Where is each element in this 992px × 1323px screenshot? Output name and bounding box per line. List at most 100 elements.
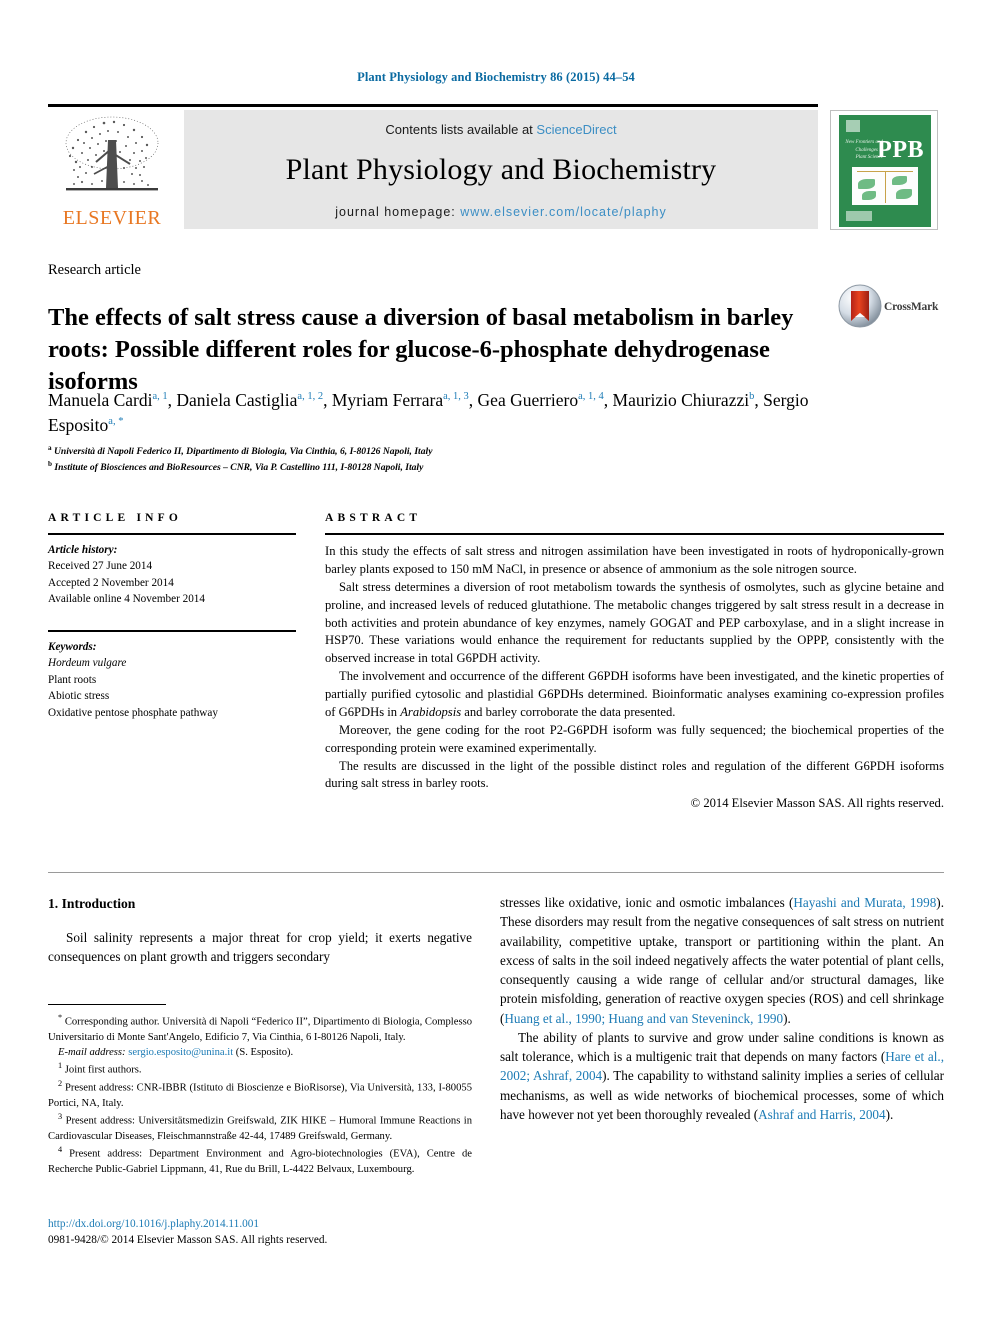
journal-band: Contents lists available at ScienceDirec…	[184, 110, 818, 229]
author-marks: a, *	[108, 416, 124, 428]
article-history-item: Available online 4 November 2014	[48, 593, 205, 606]
journal-homepage-line: journal homepage: www.elsevier.com/locat…	[184, 205, 818, 219]
keyword-item: Abiotic stress	[48, 690, 110, 703]
elsevier-wordmark: ELSEVIER	[62, 207, 162, 229]
article-info-column: ARTICLE INFO Article history: Received 2…	[48, 512, 296, 721]
keyword-item: Hordeum vulgare	[48, 657, 127, 670]
sciencedirect-link[interactable]: ScienceDirect	[536, 122, 616, 137]
homepage-prefix: journal homepage:	[335, 205, 461, 219]
footnote-email: E-mail address: sergio.esposito@unina.it…	[48, 1045, 472, 1060]
footnote-mark: 4	[58, 1145, 63, 1155]
author-entry: Maurizio Chiurazzib	[613, 390, 755, 410]
citation-link[interactable]: Huang et al., 1990; Huang and van Steven…	[504, 1011, 783, 1026]
citation-link[interactable]: Hayashi and Murata, 1998	[793, 895, 936, 910]
abstract-copyright: © 2014 Elsevier Masson SAS. All rights r…	[690, 796, 944, 811]
affiliation-item: b Institute of Biosciences and BioResour…	[48, 459, 838, 475]
footnote-item: 3 Present address: Universitätsmedizin G…	[48, 1111, 472, 1144]
abstract-column: ABSTRACT In this study the effects of sa…	[325, 512, 944, 813]
introduction-paragraph-continued: stresses like oxidative, ionic and osmot…	[500, 893, 944, 1028]
author-name: Myriam Ferrara	[331, 390, 444, 410]
abstract-paragraph: Salt stress determines a diversion of ro…	[325, 579, 944, 666]
cover-inner: New Frontiers and Challenges in Plant Sc…	[839, 115, 931, 227]
author-name: Gea Guerriero	[477, 390, 579, 410]
article-history-block: Article history: Received 27 June 2014 A…	[48, 535, 296, 608]
affiliation-text: Institute of Biosciences and BioResource…	[54, 462, 424, 474]
journal-homepage-link[interactable]: www.elsevier.com/locate/plaphy	[460, 205, 666, 219]
crossmark-badge[interactable]: CrossMark	[838, 284, 948, 336]
article-type-label: Research article	[48, 262, 141, 278]
keyword-item: Plant roots	[48, 673, 97, 686]
intro-r1-b: ). These disorders may result from the n…	[500, 895, 944, 1026]
author-entry: Manuela Cardia, 1	[48, 390, 168, 410]
contents-prefix: Contents lists available at	[385, 122, 537, 137]
footnote-block: * Corresponding author. Università di Na…	[48, 1004, 472, 1177]
footnote-mark: 2	[58, 1079, 63, 1089]
body-column-left: 1. Introduction Soil salinity represents…	[48, 896, 472, 967]
cover-artwork	[852, 167, 918, 205]
section-title-introduction: 1. Introduction	[48, 896, 136, 911]
keywords-label: Keywords:	[48, 640, 97, 653]
footnote-mark: *	[58, 1013, 63, 1022]
abstract-body: In this study the effects of salt stress…	[325, 535, 944, 813]
introduction-paragraph-2: The ability of plants to survive and gro…	[500, 1028, 944, 1124]
intro-r2-a: The ability of plants to survive and gro…	[500, 1029, 944, 1065]
contents-available-line: Contents lists available at ScienceDirec…	[184, 122, 818, 137]
keyword-item: Oxidative pentose phosphate pathway	[48, 706, 218, 719]
affiliation-text: Università di Napoli Federico II, Dipart…	[54, 446, 433, 458]
author-entry: Myriam Ferraraa, 1, 3	[332, 390, 469, 410]
article-history-label: Article history:	[48, 544, 118, 556]
footnote-item: 4 Present address: Department Environmen…	[48, 1144, 472, 1177]
masthead-top-rule	[48, 104, 818, 107]
author-marks: a, 1, 2	[297, 391, 324, 403]
email-owner: (S. Esposito).	[235, 1047, 294, 1059]
footer-doi-block: http://dx.doi.org/10.1016/j.plaphy.2014.…	[48, 1216, 472, 1249]
intro-r1-c: ).	[783, 1010, 791, 1026]
affiliation-list: a Università di Napoli Federico II, Dipa…	[48, 443, 838, 476]
journal-cover-thumbnail[interactable]: New Frontiers and Challenges in Plant Sc…	[830, 110, 938, 230]
issn-copyright-line: 0981-9428/© 2014 Elsevier Masson SAS. Al…	[48, 1234, 328, 1247]
journal-masthead: ELSEVIER Contents lists available at Sci…	[48, 104, 944, 232]
author-marks: a, 1, 3	[443, 391, 469, 403]
elsevier-tree-icon	[65, 116, 159, 191]
author-entry: Gea Guerrieroa, 1, 4	[478, 390, 604, 410]
introduction-paragraph: Soil salinity represents a major threat …	[48, 930, 472, 965]
email-link[interactable]: sergio.esposito@unina.it	[128, 1047, 233, 1058]
footnote-text: Corresponding author. Università di Napo…	[48, 1016, 472, 1043]
abstract-paragraph: Moreover, the gene coding for the root P…	[325, 722, 944, 755]
affiliation-mark: b	[48, 460, 52, 469]
author-entry: Daniela Castigliaa, 1, 2	[176, 390, 323, 410]
footnote-mark: 1	[58, 1061, 63, 1071]
doi-link[interactable]: http://dx.doi.org/10.1016/j.plaphy.2014.…	[48, 1216, 472, 1232]
article-history-item: Received 27 June 2014	[48, 560, 153, 573]
footnote-corresponding-author: * Corresponding author. Università di Na…	[48, 1012, 472, 1045]
page-title: The effects of salt stress cause a diver…	[48, 304, 794, 395]
abstract-paragraph: In this study the effects of salt stress…	[325, 544, 944, 576]
citation-link[interactable]: Ashraf and Harris, 2004	[758, 1107, 885, 1122]
author-name: Maurizio Chiurazzi	[612, 390, 750, 410]
article-info-heading: ARTICLE INFO	[48, 512, 183, 524]
author-name: Daniela Castiglia	[176, 390, 298, 410]
abstract-paragraph-bioinformatics: The involvement and occurrence of the di…	[325, 668, 944, 722]
journal-title: Plant Physiology and Biochemistry	[285, 153, 717, 186]
article-history-item: Accepted 2 November 2014	[48, 576, 174, 589]
footnote-text: Present address: Department Environment …	[48, 1148, 472, 1175]
author-list: Manuela Cardia, 1, Daniela Castigliaa, 1…	[48, 390, 809, 436]
footnote-text: Joint first authors.	[64, 1064, 142, 1076]
journal-article-page: Plant Physiology and Biochemistry 86 (20…	[0, 0, 992, 1323]
crossmark-label: CrossMark	[884, 301, 939, 313]
running-head: Plant Physiology and Biochemistry 86 (20…	[357, 70, 635, 84]
cover-publisher-mark-icon	[846, 211, 872, 221]
author-name: Manuela Cardi	[48, 390, 153, 410]
author-marks: a, 1	[152, 391, 168, 403]
keywords-block: Keywords: Hordeum vulgare Plant roots Ab…	[48, 632, 296, 721]
abstract-paragraph: The results are discussed in the light o…	[325, 758, 944, 791]
abstract-bio-post: and barley corroborate the data presente…	[461, 704, 676, 719]
email-label: E-mail address:	[58, 1047, 126, 1059]
footnote-text: Present address: CNR-IBBR (Istituto di B…	[48, 1082, 472, 1109]
footnote-text: Present address: Universitätsmedizin Gre…	[48, 1115, 472, 1142]
affiliation-mark: a	[48, 444, 52, 452]
intro-r2-c: ).	[885, 1106, 894, 1122]
footnote-mark: 3	[58, 1112, 63, 1122]
elsevier-logo: ELSEVIER	[48, 110, 176, 230]
